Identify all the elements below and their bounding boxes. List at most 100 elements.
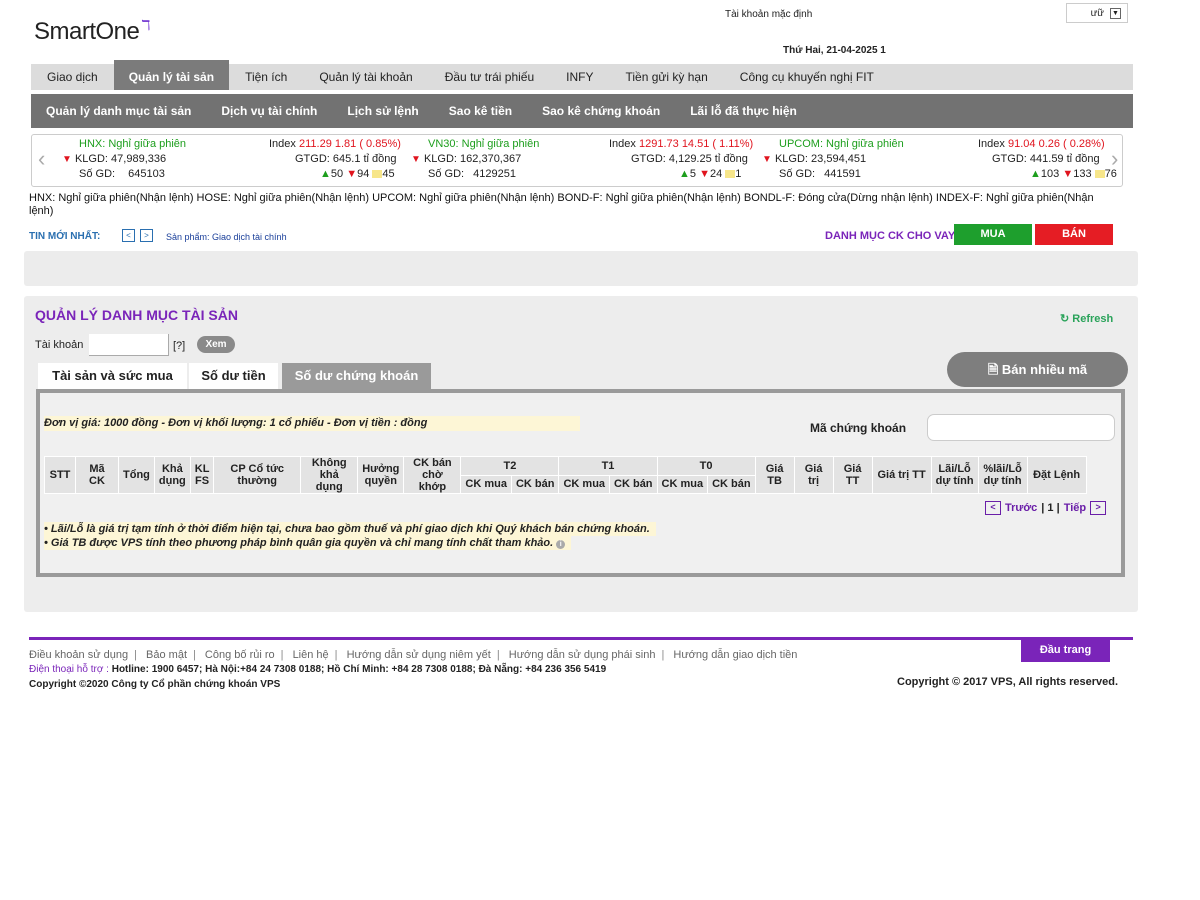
- unit-note: Đơn vị giá: 1000 đồng - Đơn vị khối lượn…: [44, 416, 580, 431]
- nav-quan-ly-tai-khoan[interactable]: Quản lý tài khoản: [303, 64, 428, 90]
- unchanged-count: 45: [382, 168, 395, 180]
- account-label: Tài khoản: [35, 339, 84, 351]
- language-select[interactable]: ưữ ▼: [1066, 3, 1128, 23]
- footer-divider: [29, 637, 1133, 640]
- help-link[interactable]: [?]: [173, 340, 185, 352]
- col-kl-fs: KL FS: [189, 456, 215, 494]
- col-t2: T2: [460, 456, 560, 476]
- sub-nav: Quản lý danh mục tài sản Dịch vụ tài chí…: [31, 94, 1133, 128]
- footer-link-terms[interactable]: Điều khoản sử dụng: [29, 649, 128, 661]
- col-stt: STT: [44, 456, 76, 494]
- col-t0-ck-mua: CK mua: [656, 474, 709, 494]
- sogd-value: 4129251: [473, 168, 516, 180]
- footer-link-guide-money[interactable]: Hướng dẫn giao dịch tiền: [673, 649, 797, 661]
- klgd-label: KLGD:: [74, 153, 108, 165]
- prev-page-icon[interactable]: <: [985, 501, 1001, 515]
- tab-assets-buying-power[interactable]: Tài sản và sức mua: [38, 363, 187, 389]
- ticker-vn30[interactable]: VN30: Nghỉ giữa phiên Index 1291.73 14.5…: [411, 137, 760, 183]
- index-value: 91.04: [1007, 138, 1036, 150]
- col-t0: T0: [656, 456, 756, 476]
- down-count: 24: [709, 168, 723, 180]
- footer-link-guide-listed[interactable]: Hướng dẫn sử dụng niêm yết: [347, 649, 491, 661]
- ticker-upcom[interactable]: UPCOM: Nghỉ giữa phiên Index 91.04 0.26 …: [762, 137, 1117, 183]
- sell-multiple-label: Bán nhiều mã: [1001, 362, 1088, 377]
- securities-table: STT Mã CK Tổng Khả dụng KL FS CP Cổ tức …: [44, 456, 1087, 494]
- col-pct-lai-lo: %lãi/Lỗ dự tính: [977, 456, 1028, 494]
- nav-dau-tu-trai-phieu[interactable]: Đầu tư trái phiếu: [429, 64, 550, 90]
- col-t0-ck-ban: CK bán: [707, 474, 756, 494]
- subnav-sao-ke-tien[interactable]: Sao kê tiền: [434, 94, 527, 128]
- subnav-sao-ke-chung-khoan[interactable]: Sao kê chứng khoán: [527, 94, 675, 128]
- gtgd-value: 4,129.25 tỉ đồng: [668, 153, 748, 165]
- sell-multiple-button[interactable]: 🗎 Bán nhiều mã: [947, 352, 1128, 387]
- subnav-quan-ly-danh-muc[interactable]: Quản lý danh mục tài sản: [31, 94, 206, 128]
- up-triangle-icon: ▲: [320, 168, 331, 180]
- nav-giao-dich[interactable]: Giao dịch: [31, 64, 114, 90]
- gtgd-label: GTGD:: [631, 153, 666, 165]
- index-value: 1291.73: [638, 138, 679, 150]
- unchanged-count: 76: [1104, 168, 1117, 180]
- ticker-name: VN30: Nghỉ giữa phiên: [428, 138, 540, 150]
- down-count: 94: [357, 168, 370, 180]
- footer-link-risk[interactable]: Công bố rủi ro: [205, 649, 275, 661]
- up-triangle-icon: ▲: [1030, 168, 1041, 180]
- note-profit-loss: • Lãi/Lỗ là giá trị tạm tính ở thời điểm…: [44, 522, 656, 536]
- footer-link-privacy[interactable]: Bảo mật: [146, 649, 187, 661]
- default-account-label: Tài khoản mặc định: [725, 9, 813, 20]
- pagination: < Trước | 1 | Tiếp >: [985, 501, 1107, 515]
- sell-button[interactable]: BÁN: [1035, 224, 1113, 245]
- up-count: 5: [689, 168, 697, 180]
- nav-quan-ly-tai-san[interactable]: Quản lý tài sản: [113, 60, 230, 90]
- stock-code-input[interactable]: [927, 414, 1115, 441]
- ticker-name: HNX: Nghỉ giữa phiên: [79, 138, 187, 150]
- sogd-value: 645103: [128, 168, 165, 180]
- subnav-dich-vu-tai-chinh[interactable]: Dịch vụ tài chính: [206, 94, 332, 128]
- refresh-button[interactable]: ↻ Refresh: [1060, 312, 1113, 325]
- back-to-top-button[interactable]: Đầu trang: [1021, 640, 1110, 662]
- klgd-value: 23,594,451: [811, 153, 867, 165]
- news-prev-button[interactable]: <: [122, 229, 135, 242]
- news-headline-link[interactable]: Sản phẩm: Giao dịch tài chính: [166, 232, 287, 242]
- nav-infy[interactable]: INFY: [550, 64, 609, 90]
- klgd-value: 162,370,367: [460, 153, 522, 165]
- ticker-hnx[interactable]: HNX: Nghỉ giữa phiên Index 211.29 1.81 (…: [62, 137, 406, 183]
- date-text: Thứ Hai, 21-04-2025 1: [783, 45, 886, 56]
- language-value: ưữ: [1090, 7, 1104, 19]
- view-button[interactable]: Xem: [197, 336, 235, 353]
- col-gia-tri-tt: Giá trị TT: [871, 456, 932, 494]
- unchanged-icon: [1094, 170, 1105, 179]
- subnav-lai-lo[interactable]: Lãi lỗ đã thực hiện: [675, 94, 812, 128]
- nav-cong-cu-fit[interactable]: Công cụ khuyến nghị FIT: [724, 64, 890, 90]
- gtgd-value: 441.59 tỉ đồng: [1029, 153, 1100, 165]
- support-phone-label: Điện thoại hỗ trợ :: [29, 664, 109, 675]
- latest-news-label: TIN MỚI NHẤT:: [29, 231, 101, 242]
- index-change: 14.51 ( 1.11%): [681, 138, 754, 150]
- tab-cash-balance[interactable]: Số dư tiền: [189, 363, 278, 389]
- nav-tien-ich[interactable]: Tiện ích: [229, 64, 303, 90]
- loan-list-link[interactable]: DANH MỤC CK CHO VAY: [825, 230, 955, 242]
- info-icon[interactable]: i: [556, 540, 566, 549]
- down-count: 133: [1073, 168, 1092, 180]
- col-t1-ck-mua: CK mua: [558, 474, 611, 494]
- footer-link-contact[interactable]: Liên hệ: [293, 649, 329, 661]
- logo-mark-icon: ℸ: [141, 17, 150, 33]
- tab-securities-balance[interactable]: Số dư chứng khoán: [282, 363, 431, 389]
- buy-button[interactable]: MUA: [954, 224, 1032, 245]
- index-label: Index: [269, 138, 296, 150]
- nav-tien-gui-ky-han[interactable]: Tiền gửi kỳ hạn: [609, 64, 723, 90]
- klgd-label: KLGD:: [423, 153, 457, 165]
- market-status-line: HNX: Nghỉ giữa phiên(Nhận lệnh) HOSE: Ng…: [29, 192, 1094, 217]
- prev-page-link[interactable]: Trước: [1005, 502, 1037, 514]
- news-next-button[interactable]: >: [140, 229, 153, 242]
- subnav-lich-su-lenh[interactable]: Lịch sử lệnh: [332, 94, 433, 128]
- next-page-link[interactable]: Tiếp: [1064, 502, 1086, 514]
- footer-link-guide-derivatives[interactable]: Hướng dẫn sử dụng phái sinh: [509, 649, 656, 661]
- ticker-name: UPCOM: Nghỉ giữa phiên: [779, 138, 904, 150]
- logo[interactable]: SmartOne ℸ: [34, 17, 150, 46]
- next-page-icon[interactable]: >: [1090, 501, 1107, 515]
- ticker-prev-icon[interactable]: ‹: [38, 148, 45, 170]
- col-gia-tri: Giá trị: [793, 456, 834, 494]
- panel-title: QUẢN LÝ DANH MỤC TÀI SẢN: [35, 307, 238, 323]
- account-input[interactable]: [89, 334, 169, 356]
- down-arrow-icon: ▼: [762, 154, 772, 165]
